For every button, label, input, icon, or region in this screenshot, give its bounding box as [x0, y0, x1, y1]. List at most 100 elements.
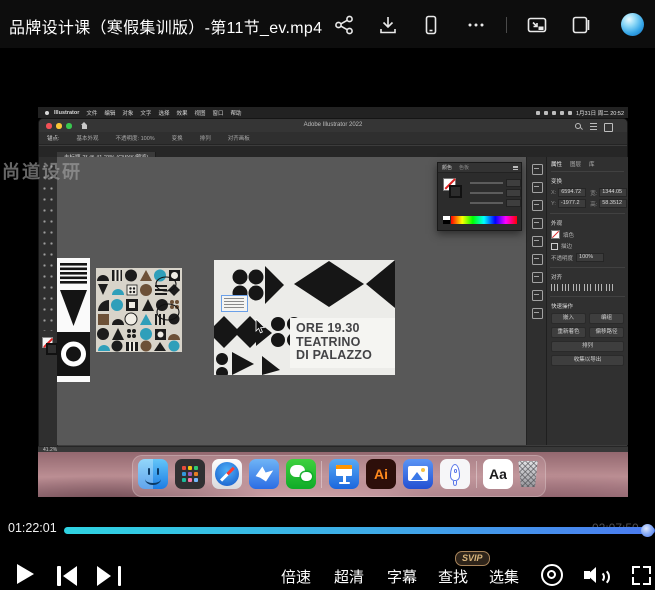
align-bottom-icon[interactable] [606, 284, 613, 291]
tab-properties[interactable]: 属性 [551, 160, 562, 168]
color-slider[interactable] [470, 202, 503, 204]
align-center-icon[interactable] [562, 284, 569, 291]
more-icon[interactable] [465, 14, 487, 36]
control-item[interactable]: 基本外观 [77, 134, 99, 142]
settings-icon[interactable] [541, 564, 563, 586]
panel-tab-icon[interactable] [532, 200, 543, 211]
control-item[interactable]: 不透明度: 100% [116, 134, 155, 142]
app-logo-sphere[interactable] [621, 13, 644, 36]
dock-icon-trash[interactable] [513, 459, 543, 489]
panel-tab-icon[interactable] [532, 308, 543, 319]
workspace-icon[interactable] [590, 123, 597, 130]
white-black-swatches[interactable] [443, 216, 450, 224]
artboard-2[interactable] [96, 268, 182, 352]
quick-action-button[interactable]: 嵌入 [551, 313, 586, 324]
dock-icon-safari[interactable] [212, 459, 242, 489]
color-value-field[interactable] [506, 179, 521, 187]
align-right-icon[interactable] [573, 284, 580, 291]
status-icon[interactable] [536, 111, 540, 115]
panel-menu-icon[interactable] [513, 166, 518, 170]
search-icon[interactable] [560, 111, 564, 115]
dock-icon-media-app[interactable] [403, 459, 433, 489]
y-field[interactable]: -1977.2 [558, 199, 586, 208]
menu-file[interactable]: 文件 [86, 109, 97, 117]
menu-edit[interactable]: 编辑 [104, 109, 115, 117]
playback-speed-button[interactable]: 倍速 [281, 566, 311, 587]
picture-in-picture-icon[interactable] [526, 14, 548, 36]
menu-select[interactable]: 选择 [158, 109, 169, 117]
menubar-clock[interactable]: 1月31日 周二 20:52 [576, 109, 624, 117]
width-field[interactable]: 1344.05 [599, 188, 627, 197]
quick-action-button[interactable]: 排列 [551, 341, 624, 352]
tab-libraries[interactable]: 库 [589, 160, 595, 168]
fullscreen-icon[interactable] [632, 566, 651, 585]
panel-tab-icon[interactable] [532, 272, 543, 283]
control-item[interactable]: 排列 [200, 134, 211, 142]
color-slider[interactable] [470, 182, 503, 184]
episode-list-button[interactable]: 选集 [489, 566, 519, 587]
tools-palette[interactable] [39, 157, 58, 447]
quick-action-button[interactable]: 重新着色 [551, 327, 586, 338]
control-item[interactable]: 变换 [172, 134, 183, 142]
opacity-field[interactable]: 100% [576, 253, 604, 262]
panel-tab-icon[interactable] [532, 254, 543, 265]
previous-episode-button[interactable] [57, 566, 81, 586]
dock-icon-rocket-app[interactable] [440, 459, 470, 489]
quick-action-button[interactable]: 收集以导出 [551, 355, 624, 366]
dock-icon-launchpad[interactable] [175, 459, 205, 489]
dock-icon-finder[interactable] [138, 459, 168, 489]
artboard-1[interactable] [57, 258, 90, 382]
download-icon[interactable] [377, 14, 399, 36]
quick-action-button[interactable]: 偏移路径 [589, 327, 624, 338]
align-left-icon[interactable] [551, 284, 558, 291]
menu-object[interactable]: 对象 [122, 109, 133, 117]
color-slider[interactable] [470, 192, 503, 194]
status-icon[interactable] [544, 111, 548, 115]
popout-window-icon[interactable] [570, 14, 592, 36]
color-value-field[interactable] [506, 199, 521, 207]
next-episode-button[interactable] [97, 566, 121, 586]
panel-tab-icon[interactable] [532, 290, 543, 301]
control-center-icon[interactable] [568, 111, 572, 115]
volume-icon[interactable] [584, 564, 610, 586]
tab-layers[interactable]: 图层 [570, 160, 581, 168]
menu-help[interactable]: 帮助 [231, 109, 242, 117]
menu-effect[interactable]: 效果 [176, 109, 187, 117]
control-item[interactable]: 锚点: [47, 134, 60, 142]
panel-tab-icon[interactable] [532, 218, 543, 229]
menu-view[interactable]: 视图 [194, 109, 205, 117]
swatches-panel-tab[interactable]: 色板 [459, 164, 469, 171]
selected-text-block[interactable] [221, 295, 248, 312]
menu-window[interactable]: 窗口 [212, 109, 223, 117]
align-middle-icon[interactable] [595, 284, 602, 291]
apple-logo-icon[interactable] [45, 111, 49, 115]
share-icon[interactable] [333, 14, 355, 36]
wifi-icon[interactable] [552, 111, 556, 115]
quality-button[interactable]: 超清 [334, 566, 364, 587]
fill-color-swatch[interactable] [551, 230, 560, 239]
dock-icon-font-book[interactable]: Aa [483, 459, 513, 489]
color-value-field[interactable] [506, 189, 521, 197]
color-panel-tab[interactable]: 颜色 [442, 164, 452, 171]
height-field[interactable]: 58.3512 [599, 199, 627, 208]
stroke-color-swatch[interactable] [551, 243, 558, 250]
progress-knob[interactable] [641, 524, 654, 537]
dock-icon-browser-bird[interactable] [249, 459, 279, 489]
panel-tab-icon[interactable] [532, 182, 543, 193]
panels-icon[interactable] [604, 123, 613, 132]
panel-tab-icon[interactable] [532, 164, 543, 175]
search-icon[interactable] [575, 123, 581, 129]
control-item[interactable]: 对齐画板 [228, 134, 250, 142]
zoom-level[interactable]: 41.2% [43, 447, 57, 453]
quick-action-button[interactable]: 编组 [589, 313, 624, 324]
align-top-icon[interactable] [584, 284, 591, 291]
mobile-icon[interactable] [420, 14, 442, 36]
dock-icon-wechat[interactable] [286, 459, 316, 489]
x-field[interactable]: 6594.72 [558, 188, 586, 197]
menu-type[interactable]: 文字 [140, 109, 151, 117]
panel-tab-icon[interactable] [532, 236, 543, 247]
stroke-proxy-swatch[interactable] [449, 185, 462, 198]
menubar-app-name[interactable]: Illustrator [54, 110, 79, 116]
search-in-video-button[interactable]: 查找 [438, 566, 468, 587]
color-spectrum-bar[interactable] [451, 216, 517, 224]
